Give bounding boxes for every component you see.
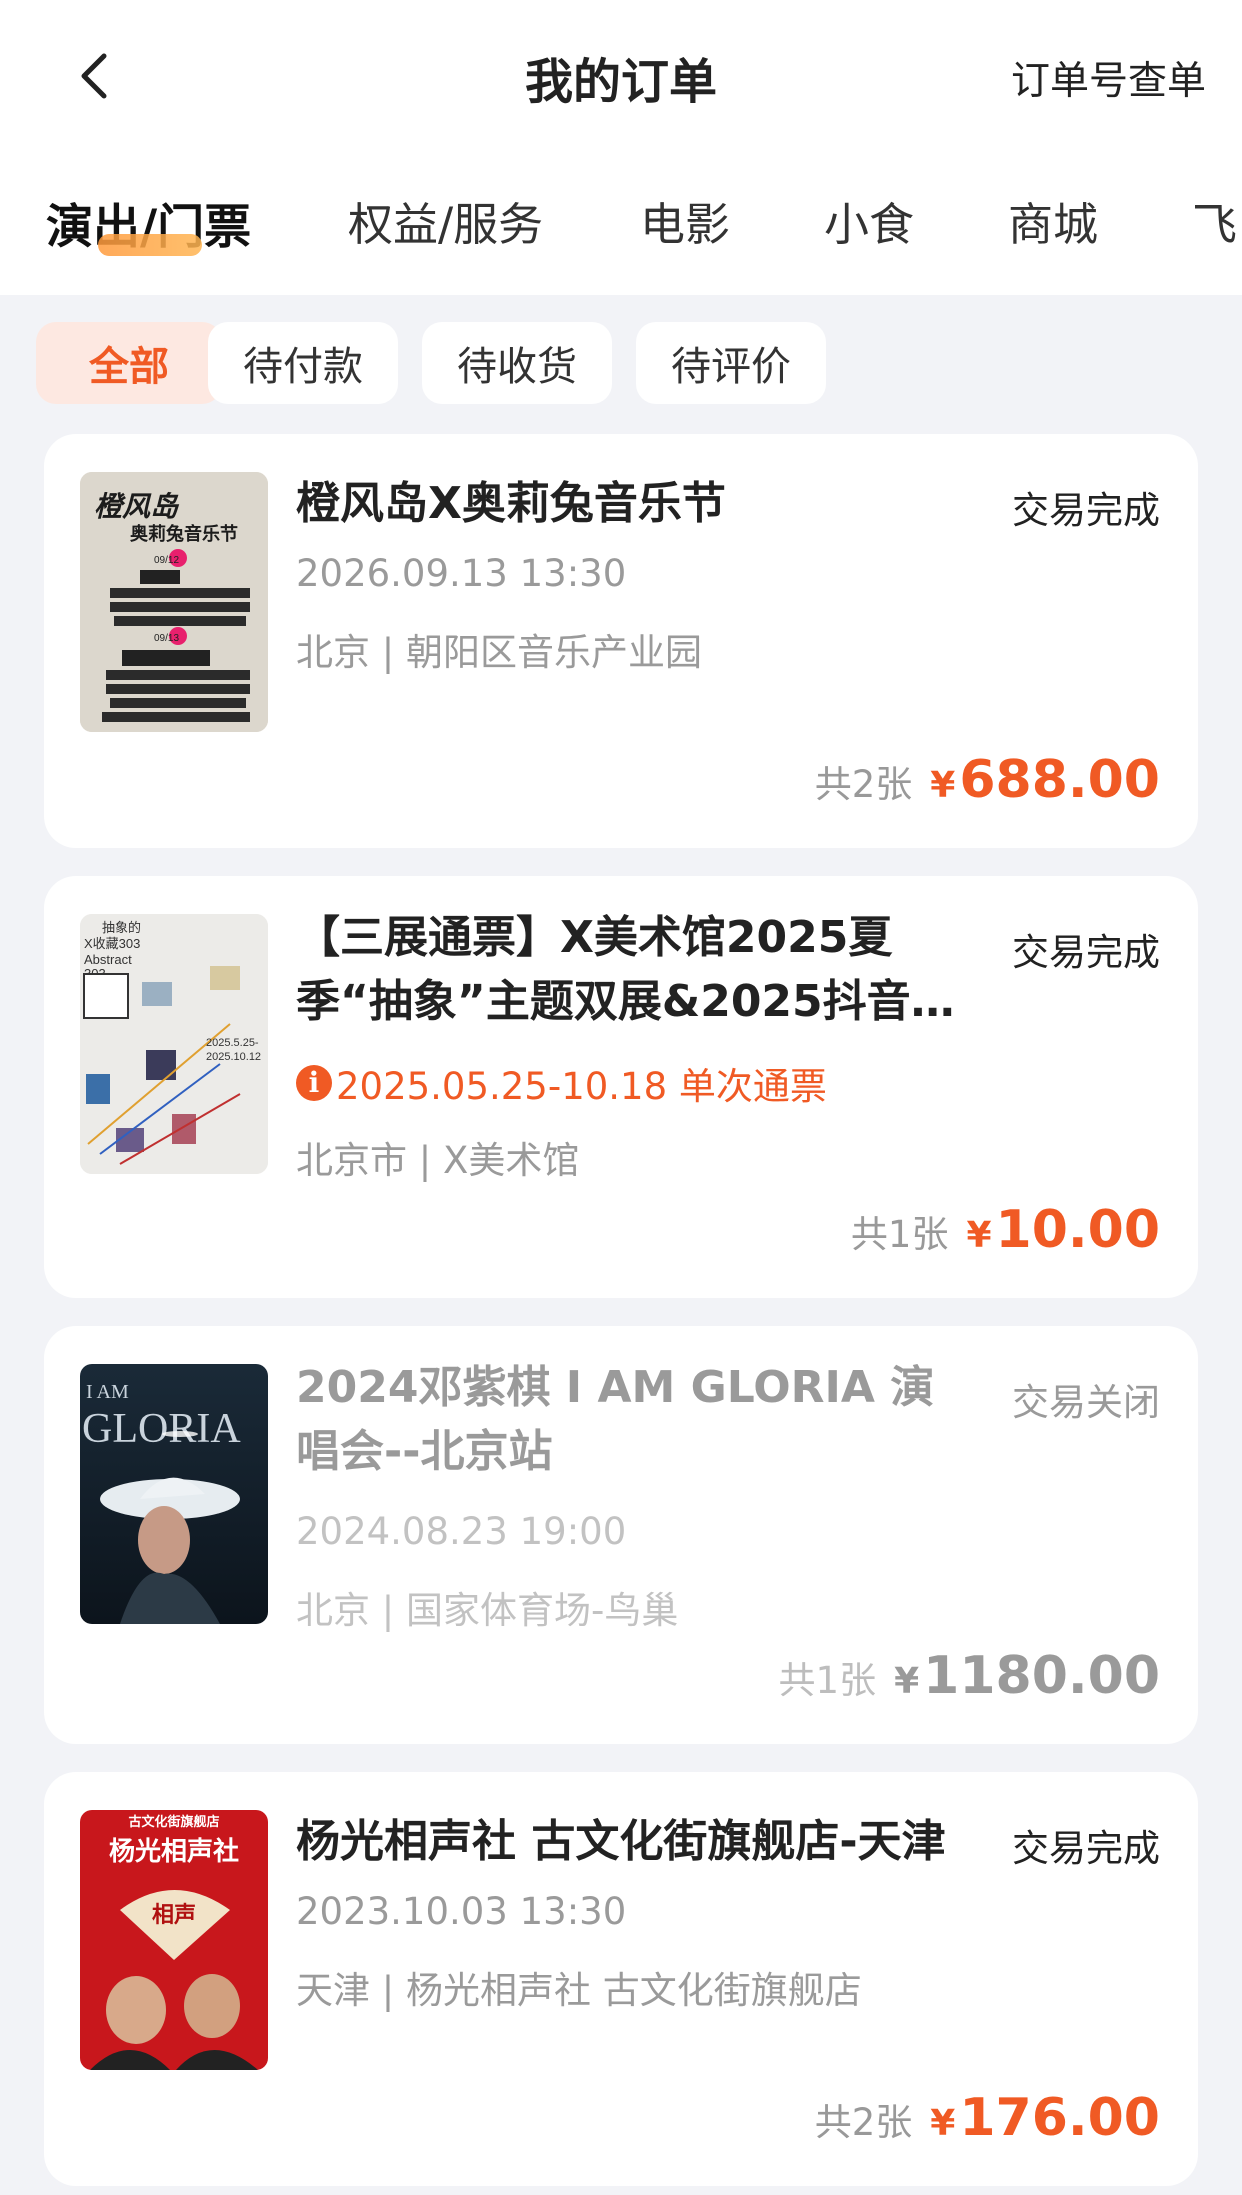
order-datetime: 2023.10.03 13:30	[296, 1890, 627, 1933]
category-tabs: 演出/门票 权益/服务 电影 小食 商城 飞	[0, 188, 1242, 268]
event-poster: 古文化街旗舰店 杨光相声社 相声	[80, 1810, 268, 2070]
poster-text: 抽象的	[102, 920, 141, 935]
order-price: 共2张 ¥ 176.00	[815, 2088, 1160, 2148]
info-icon: i	[296, 1065, 332, 1101]
poster-subtitle-text: 奥莉兔音乐节	[130, 523, 238, 544]
order-status: 交易完成	[1012, 489, 1160, 532]
validity-text: 2025.05.25-10.18 单次通票	[336, 1065, 827, 1108]
ticket-count: 共1张	[778, 1659, 877, 1702]
tab-snacks[interactable]: 小食	[824, 188, 914, 253]
poster-text: 古文化街旗舰店	[128, 1814, 219, 1829]
order-status: 交易完成	[1012, 1827, 1160, 1870]
currency-symbol: ¥	[966, 1215, 992, 1256]
order-amount: 688.00	[959, 750, 1160, 810]
tab-movies[interactable]: 电影	[640, 188, 730, 253]
order-title: 【三展通票】X美术馆2025夏季“抽象”主题双展&2025抖音…	[296, 912, 955, 1027]
poster-text: GLORIA	[82, 1406, 241, 1452]
poster-text: Abstract	[84, 952, 132, 967]
currency-symbol: ¥	[930, 2103, 956, 2144]
poster-text: 2025.10.12	[206, 1051, 261, 1063]
order-location: 北京 | 朝阳区音乐产业园	[296, 631, 702, 674]
tab-benefits-services[interactable]: 权益/服务	[348, 188, 543, 253]
order-title: 杨光相声社 古文化街旗舰店-天津	[296, 1816, 946, 1867]
currency-symbol: ¥	[894, 1661, 920, 1702]
filter-pending-review[interactable]: 待评价	[636, 322, 826, 404]
order-status: 交易完成	[1012, 931, 1160, 974]
order-datetime: 2024.08.23 19:00	[296, 1510, 627, 1553]
event-poster: I AM GLORIA	[80, 1364, 268, 1624]
event-poster: 橙风岛 奥莉兔音乐节 09/12 09/13	[80, 472, 268, 732]
order-amount: 10.00	[995, 1200, 1160, 1260]
filter-pending-delivery[interactable]: 待收货	[422, 322, 612, 404]
order-datetime: 2026.09.13 13:30	[296, 552, 627, 595]
order-price: 共1张 ¥ 1180.00	[779, 1646, 1160, 1706]
order-status: 交易关闭	[1012, 1381, 1160, 1424]
order-card[interactable]: 橙风岛 奥莉兔音乐节 09/12 09/13 橙风岛X奥莉兔音乐节 交易完成 2…	[44, 434, 1198, 848]
poster-text: 相声	[152, 1902, 196, 1927]
order-title: 2024邓紫棋 I AM GLORIA 演唱会--北京站	[296, 1362, 935, 1477]
poster-text: 杨光相声社	[109, 1836, 239, 1866]
poster-date-1: 09/12	[154, 555, 179, 566]
poster-date-2: 09/13	[154, 633, 179, 644]
filter-pending-payment[interactable]: 待付款	[208, 322, 398, 404]
filter-all[interactable]: 全部	[36, 322, 222, 404]
poster-title-text: 橙风岛	[94, 491, 180, 522]
order-number-lookup-link[interactable]: 订单号查单	[1011, 50, 1206, 106]
header: 我的订单 订单号查单 演出/门票 权益/服务 电影 小食 商城 飞	[0, 0, 1242, 295]
order-location: 北京 | 国家体育场-鸟巢	[296, 1589, 679, 1632]
poster-text: 2025.5.25-	[206, 1037, 259, 1049]
order-card[interactable]: I AM GLORIA 2024邓紫棋 I AM GLORIA 演唱会--北京站…	[44, 1326, 1198, 1744]
tab-mall[interactable]: 商城	[1008, 188, 1098, 253]
ticket-count: 共2张	[814, 763, 913, 806]
currency-symbol: ¥	[930, 765, 956, 806]
order-card[interactable]: 抽象的 X收藏303 Abstract 303 2025.5.25- 2025.…	[44, 876, 1198, 1298]
order-price: 共2张 ¥ 688.00	[815, 750, 1160, 810]
tab-flights[interactable]: 飞	[1192, 188, 1237, 253]
ticket-count: 共1张	[850, 1213, 949, 1256]
order-card[interactable]: 古文化街旗舰店 杨光相声社 相声 杨光相声社 古文化街旗舰店-天津 交易完成 2…	[44, 1772, 1198, 2186]
order-amount: 1180.00	[923, 1646, 1160, 1706]
order-location: 北京市 | X美术馆	[296, 1139, 580, 1182]
ticket-count: 共2张	[814, 2101, 913, 2144]
active-tab-indicator	[98, 234, 202, 256]
order-amount: 176.00	[959, 2088, 1160, 2148]
order-title: 橙风岛X奥莉兔音乐节	[296, 478, 726, 529]
event-poster: 抽象的 X收藏303 Abstract 303 2025.5.25- 2025.…	[80, 914, 268, 1174]
order-validity-notice: i 2025.05.25-10.18 单次通票	[296, 1056, 827, 1110]
order-price: 共1张 ¥ 10.00	[851, 1200, 1160, 1260]
order-location: 天津 | 杨光相声社 古文化街旗舰店	[296, 1969, 862, 2012]
poster-text: X收藏303	[84, 936, 140, 951]
poster-text: I AM	[86, 1381, 129, 1403]
